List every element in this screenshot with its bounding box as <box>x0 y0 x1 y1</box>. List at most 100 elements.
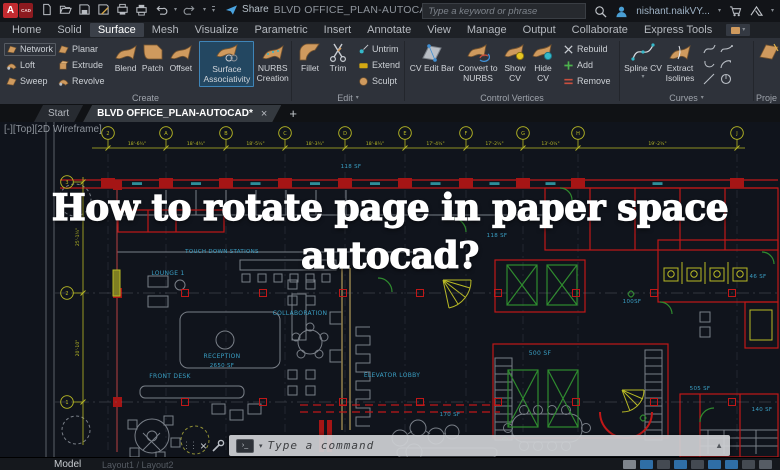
status-toggle-6[interactable] <box>725 460 738 469</box>
file-tab-drawing[interactable]: BLVD OFFICE_PLAN-AUTOCAD* × <box>83 105 281 122</box>
extend-button[interactable]: Extend <box>356 57 402 73</box>
planar-button[interactable]: Planar <box>56 44 112 55</box>
tab-view[interactable]: View <box>419 23 459 37</box>
line-tool-icon[interactable] <box>703 73 716 85</box>
tab-surface[interactable]: Surface <box>89 23 144 37</box>
edit-panel-label[interactable]: Edit ▾ <box>292 91 404 104</box>
viewport-controls[interactable]: [-][Top][2D Wireframe] <box>4 124 102 135</box>
tab-parametric[interactable]: Parametric <box>246 23 315 37</box>
open-folder-icon[interactable] <box>59 3 72 16</box>
tab-annotate[interactable]: Annotate <box>359 23 419 37</box>
blend-curve-icon[interactable] <box>702 43 716 55</box>
close-tab-icon[interactable]: × <box>261 108 267 120</box>
status-toggle-4[interactable] <box>691 460 704 469</box>
overlay-title: How to rotate page in paper space autoca… <box>0 184 780 280</box>
tab-home[interactable]: Home <box>4 23 49 37</box>
loft-sm-icon <box>58 79 69 86</box>
nurbs-creation-button[interactable]: NURBS Creation <box>256 41 289 83</box>
revolve-button[interactable]: Revolve <box>56 76 112 87</box>
convert-to-nurbs-button[interactable]: Convert to NURBS <box>455 41 501 83</box>
trim-button[interactable]: Trim <box>324 41 352 74</box>
autocad-logo-icon[interactable]: A CAD <box>3 3 33 18</box>
user-name[interactable]: nishant.naikVY... <box>636 6 710 17</box>
file-tab-start[interactable]: Start <box>34 105 83 122</box>
status-toggle-8[interactable] <box>759 460 772 469</box>
search-icon[interactable] <box>594 5 607 18</box>
command-bar-drag-handle[interactable]: ⋮⋮ <box>182 440 198 451</box>
command-bar-close-icon[interactable]: × <box>200 439 207 453</box>
cv-edit-bar-button[interactable]: CV Edit Bar <box>409 41 455 74</box>
extrude-button[interactable]: Extrude <box>56 60 112 71</box>
layout-tabs[interactable]: Layout1 / Layout2 <box>102 460 174 470</box>
extract-isolines-button[interactable]: Extract Isolines <box>662 41 698 83</box>
tab-solid[interactable]: Solid <box>49 23 89 37</box>
fillet-button[interactable]: Fillet <box>296 41 324 74</box>
redo-caret-icon[interactable]: ▾ <box>203 7 206 13</box>
curves-panel-label[interactable]: Curves ▾ <box>620 91 753 104</box>
qat-customize-icon[interactable]: ▾ <box>212 5 216 14</box>
share-button[interactable]: Share <box>225 4 269 16</box>
circle-tool-icon[interactable] <box>720 73 733 85</box>
autodesk-caret-icon[interactable]: ▾ <box>771 8 774 14</box>
status-toggle-1[interactable] <box>640 460 653 469</box>
new-tab-button[interactable]: + <box>289 107 297 122</box>
search-input[interactable]: Type a keyword or phrase <box>422 3 587 19</box>
project-geometry-button[interactable] <box>758 41 780 64</box>
plot-icon[interactable] <box>116 3 129 16</box>
surface-associativity-button[interactable]: Surface Associativity <box>199 41 255 88</box>
blend-button[interactable]: Blend <box>112 41 139 74</box>
model-tab[interactable]: Model <box>54 459 81 470</box>
room-label: 500 SF <box>529 350 552 357</box>
status-toggle-2[interactable] <box>657 460 670 469</box>
show-cv-button[interactable]: Show CV <box>501 41 529 83</box>
project-panel-label[interactable]: Proje <box>754 91 780 104</box>
dim-text: 18'-6¾" <box>128 141 146 147</box>
tab-mesh[interactable]: Mesh <box>144 23 187 37</box>
command-input[interactable]: ›_ ▾ Type a command ▲ <box>229 435 730 456</box>
undo-icon[interactable] <box>154 3 168 16</box>
command-expand-icon[interactable]: ▲ <box>715 441 723 450</box>
sweep-button[interactable]: Sweep <box>4 76 56 87</box>
add-button[interactable]: Add <box>561 57 613 73</box>
save-as-icon[interactable] <box>97 3 110 16</box>
u-curve-icon[interactable] <box>703 58 716 70</box>
remove-button[interactable]: Remove <box>561 73 613 89</box>
control-vertices-panel-label[interactable]: Control Vertices <box>405 91 619 104</box>
network-button[interactable]: Network <box>4 42 56 56</box>
tab-manage[interactable]: Manage <box>459 23 515 37</box>
new-file-icon[interactable] <box>40 3 53 16</box>
undo-caret-icon[interactable]: ▾ <box>174 7 177 13</box>
command-caret-icon[interactable]: ▾ <box>259 442 263 450</box>
redo-icon[interactable] <box>183 3 197 16</box>
create-panel-label[interactable]: Create <box>0 91 291 104</box>
tab-insert[interactable]: Insert <box>316 23 360 37</box>
user-caret-icon[interactable]: ▾ <box>718 8 721 14</box>
status-toggle-0[interactable] <box>623 460 636 469</box>
spline-cv-button[interactable]: Spline CV ▾ <box>624 41 662 80</box>
customize-wrench-icon[interactable] <box>211 439 225 453</box>
autodesk-icon[interactable] <box>750 5 763 17</box>
status-toggle-7[interactable] <box>742 460 755 469</box>
tab-visualize[interactable]: Visualize <box>187 23 247 37</box>
tab-collaborate[interactable]: Collaborate <box>564 23 636 37</box>
arc-curve-icon[interactable] <box>719 58 733 70</box>
drawing-canvas[interactable]: 2 A B C D E F G H J 18'-6¾" 18'-4¾" 18'-5½" 18'-3¾" 18… <box>0 122 780 457</box>
cart-icon[interactable] <box>729 5 742 17</box>
command-prompt-icon[interactable]: ›_ <box>236 438 255 453</box>
status-toggle-3[interactable] <box>674 460 687 469</box>
free-curve-icon[interactable] <box>719 43 733 55</box>
print-icon[interactable] <box>135 3 148 16</box>
tools-gallery-button[interactable]: ▾ <box>726 24 751 36</box>
hide-cv-button[interactable]: Hide CV <box>529 41 557 83</box>
user-icon[interactable] <box>615 5 628 18</box>
offset-button[interactable]: Offset <box>166 41 195 74</box>
status-toggle-5[interactable] <box>708 460 721 469</box>
save-icon[interactable] <box>78 3 91 16</box>
tab-output[interactable]: Output <box>515 23 564 37</box>
patch-button[interactable]: Patch <box>139 41 166 74</box>
tab-express-tools[interactable]: Express Tools <box>636 23 720 37</box>
untrim-button[interactable]: Untrim <box>356 41 402 57</box>
sculpt-button[interactable]: Sculpt <box>356 73 402 89</box>
loft-button[interactable]: Loft <box>4 60 56 71</box>
rebuild-button[interactable]: Rebuild <box>561 41 613 57</box>
